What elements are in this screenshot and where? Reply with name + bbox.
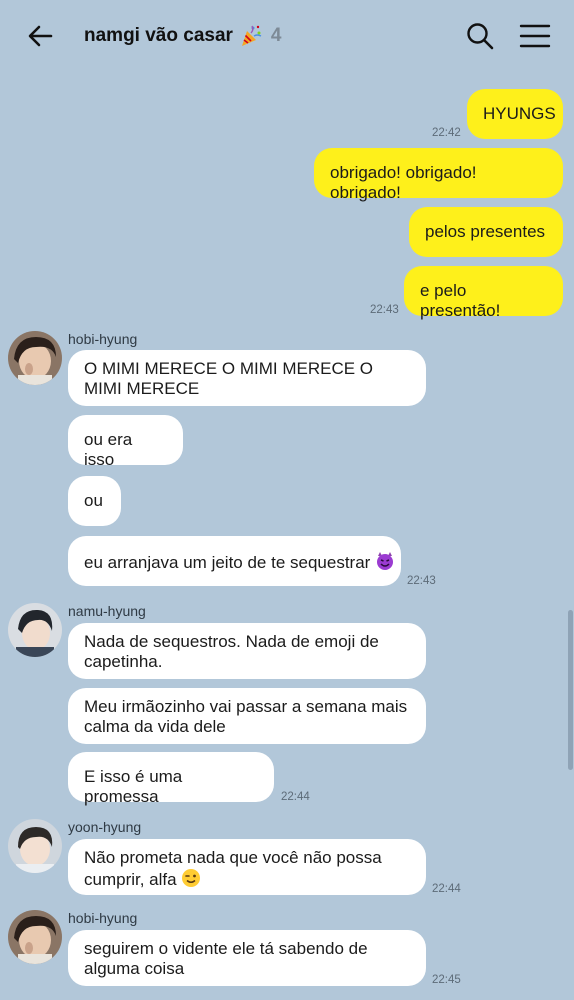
message-bubble-incoming[interactable]: ou era isso — [68, 415, 183, 469]
smiling-devil-emoji — [375, 551, 395, 576]
message-timestamp: 22:43 — [407, 575, 436, 587]
avatar[interactable] — [8, 603, 62, 657]
message-bubble-incoming[interactable]: seguirem o vidente ele tá sabendo de alg… — [68, 930, 426, 986]
message-text: eu arranjava um jeito de te sequestrar — [84, 553, 371, 572]
message-bubble-incoming[interactable]: Nada de sequestros. Nada de emoji de cap… — [68, 623, 426, 679]
chat-header: namgi vão casar 4 — [0, 0, 574, 72]
message-bubble-incoming[interactable]: ou — [68, 476, 121, 526]
sender-name: namu-hyung — [68, 603, 146, 619]
message-timestamp: 22:44 — [432, 883, 461, 895]
message-bubble-outgoing[interactable]: HYUNGS — [467, 89, 563, 139]
message-text: Nada de sequestros. Nada de emoji de cap… — [84, 632, 379, 671]
back-arrow-icon[interactable] — [22, 18, 58, 54]
message-text: Não prometa nada que você não possa cump… — [84, 848, 382, 889]
message-bubble-incoming[interactable]: eu arranjava um jeito de te sequestrar — [68, 536, 401, 586]
message-bubble-incoming[interactable]: O MIMI MERECE O MIMI MERECE O MIMI MEREC… — [68, 350, 426, 406]
message-text: obrigado! obrigado! obrigado! — [330, 163, 477, 202]
sender-name: hobi-hyung — [68, 331, 138, 347]
avatar[interactable] — [8, 331, 62, 385]
message-timestamp: 22:43 — [370, 304, 399, 316]
message-text: e pelo presentão! — [420, 281, 501, 320]
message-timestamp: 22:45 — [432, 974, 461, 986]
member-count: 4 — [270, 25, 282, 46]
search-icon[interactable] — [464, 20, 496, 52]
message-text: pelos presentes — [425, 222, 546, 241]
chat-title: namgi vão casar — [84, 25, 233, 46]
sender-name: yoon-hyung — [68, 819, 142, 835]
message-bubble-incoming[interactable]: Não prometa nada que você não possa cump… — [68, 839, 426, 895]
message-text: E isso é uma promessa — [84, 767, 183, 806]
message-timestamp: 22:42 — [432, 127, 461, 139]
message-text: HYUNGS — [483, 104, 556, 123]
menu-icon[interactable] — [518, 20, 552, 52]
winking-face-emoji — [181, 868, 201, 893]
message-bubble-incoming[interactable]: Meu irmãozinho vai passar a semana mais … — [68, 688, 426, 744]
message-bubble-incoming[interactable]: E isso é uma promessa — [68, 752, 274, 806]
message-bubble-outgoing[interactable]: pelos presentes — [409, 207, 563, 257]
avatar[interactable] — [8, 819, 62, 873]
message-text: O MIMI MERECE O MIMI MERECE O MIMI MEREC… — [84, 359, 374, 398]
scrollbar[interactable] — [568, 610, 573, 770]
message-text: Meu irmãozinho vai passar a semana mais … — [84, 697, 408, 736]
message-bubble-outgoing[interactable]: obrigado! obrigado! obrigado! — [314, 148, 563, 202]
message-timestamp: 22:44 — [281, 791, 310, 803]
message-text: ou — [84, 491, 103, 510]
party-popper-icon — [239, 24, 263, 48]
message-bubble-outgoing[interactable]: e pelo presentão! — [404, 266, 563, 320]
chat-title-group[interactable]: namgi vão casar 4 — [84, 22, 282, 50]
avatar[interactable] — [8, 910, 62, 964]
message-text: seguirem o vidente ele tá sabendo de alg… — [84, 939, 368, 978]
sender-name: hobi-hyung — [68, 910, 138, 926]
message-text: ou era isso — [84, 430, 133, 469]
